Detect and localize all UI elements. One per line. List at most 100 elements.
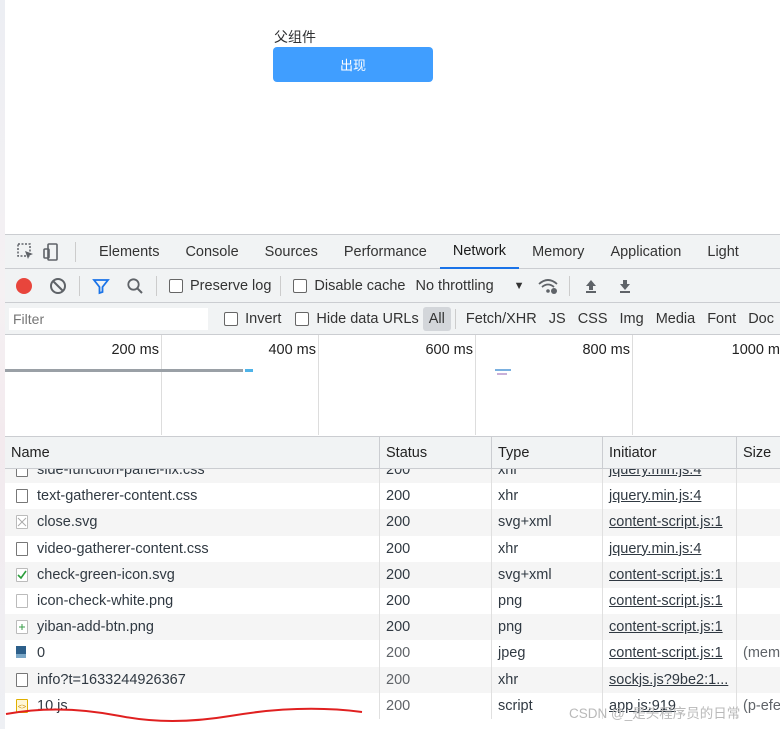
waterfall-bar <box>495 369 511 371</box>
devtools-tabbar: Elements Console Sources Performance Net… <box>5 235 780 269</box>
cell-size: (mem <box>737 640 780 666</box>
close-icon <box>16 515 28 530</box>
type-filter-media[interactable]: Media <box>650 307 702 331</box>
throttling-select[interactable]: No throttling ▼ <box>415 278 524 294</box>
import-har-icon[interactable] <box>574 270 608 302</box>
cell-initiator: content-script.js:1 <box>603 509 737 536</box>
tab-sources[interactable]: Sources <box>252 235 331 269</box>
table-row[interactable]: side-function-panel-fix.css 200 xhr jquery.… <box>5 469 780 484</box>
tab-lighthouse[interactable]: Light <box>694 235 751 269</box>
hide-data-urls-checkbox[interactable]: Hide data URLs <box>295 310 419 327</box>
cell-initiator-text[interactable]: content-script.js:1 <box>609 593 723 609</box>
csdn-watermark: CSDN @_是头程序员的日常 <box>569 706 741 721</box>
filter-input[interactable] <box>9 307 209 330</box>
table-row[interactable]: video-gatherer-content.css 200 xhr jquery.m… <box>5 535 780 562</box>
plus-image-icon <box>16 620 28 635</box>
type-filter-css[interactable]: CSS <box>572 307 614 331</box>
invert-checkbox[interactable]: Invert <box>224 311 281 327</box>
column-type-header[interactable]: Type <box>492 436 603 469</box>
cell-type-text: script <box>498 697 533 714</box>
tab-memory[interactable]: Memory <box>519 235 597 269</box>
search-icon[interactable] <box>118 270 152 302</box>
cell-status: 200 <box>380 666 492 693</box>
doc-icon <box>16 672 28 687</box>
device-toolbar-icon[interactable] <box>39 239 65 265</box>
cell-status-text: 200 <box>386 514 411 531</box>
network-conditions-icon[interactable] <box>531 270 565 302</box>
cell-size <box>737 483 780 509</box>
cell-initiator: jquery.min.js:4 <box>603 535 737 562</box>
cell-initiator: content-script.js:1 <box>603 640 737 667</box>
export-har-icon[interactable] <box>608 270 642 302</box>
waterfall-bar <box>497 373 507 375</box>
type-filter-js[interactable]: JS <box>543 307 572 331</box>
tab-console[interactable]: Console <box>172 235 251 269</box>
type-filter-doc[interactable]: Doc <box>742 307 780 331</box>
record-button[interactable] <box>7 270 41 302</box>
table-row[interactable]: close.svg 200 svg+xml content-script.js:1 <box>5 509 780 536</box>
filter-icon[interactable] <box>84 270 118 302</box>
cell-size-text: (mem <box>743 645 780 662</box>
cell-initiator-text[interactable]: sockjs.js?9be2:1... <box>609 672 728 688</box>
column-initiator-header[interactable]: Initiator <box>603 436 737 469</box>
type-filter-fetch-xhr[interactable]: Fetch/XHR <box>460 307 543 331</box>
cell-size <box>737 509 780 535</box>
cell-name: icon-check-white.png <box>5 588 380 615</box>
cell-status-text: 200 <box>386 697 411 714</box>
hide-data-urls-label: Hide data URLs <box>316 310 419 327</box>
cell-type: xhr <box>492 469 603 484</box>
disable-cache-checkbox[interactable]: Disable cache <box>293 278 405 294</box>
cell-initiator-text[interactable]: content-script.js:1 <box>609 645 723 661</box>
cell-status-text: 200 <box>386 488 411 505</box>
cell-type: xhr <box>492 666 603 693</box>
cell-initiator-text[interactable]: content-script.js:1 <box>609 619 723 635</box>
show-button[interactable]: 出现 <box>273 47 433 82</box>
cell-type-text: xhr <box>498 488 519 505</box>
cell-type: xhr <box>492 483 603 510</box>
invert-label: Invert <box>245 310 282 327</box>
cell-status-text: 200 <box>386 671 411 688</box>
cell-status-text: 200 <box>386 566 411 583</box>
tab-performance[interactable]: Performance <box>331 235 440 269</box>
cell-initiator-text[interactable]: jquery.min.js:4 <box>609 469 701 478</box>
table-row[interactable]: yiban-add-btn.png 200 png content-script.js… <box>5 614 780 641</box>
column-size-header[interactable]: Size <box>737 437 780 469</box>
table-row[interactable]: text-gatherer-content.css 200 xhr jquery.mi… <box>5 483 780 510</box>
cell-initiator-text[interactable]: jquery.min.js:4 <box>609 488 701 504</box>
cell-initiator: content-script.js:1 <box>603 588 737 615</box>
tab-application[interactable]: Application <box>597 235 694 269</box>
type-filter-all[interactable]: All <box>422 306 451 331</box>
tab-network[interactable]: Network <box>439 235 520 269</box>
type-filter-img[interactable]: Img <box>614 307 650 331</box>
column-name-header[interactable]: Name <box>5 436 380 469</box>
cell-name: text-gatherer-content.css <box>5 483 380 510</box>
checkbox-box <box>224 311 239 326</box>
table-row[interactable]: info?t=1633244926367 200 xhr sockjs.js?9be2… <box>5 666 780 693</box>
request-name: info?t=1633244926367 <box>37 671 186 688</box>
cell-status: 200 <box>380 640 492 667</box>
checkbox-box <box>293 278 308 293</box>
column-status-header[interactable]: Status <box>380 436 492 469</box>
checkbox-box <box>295 311 310 326</box>
devtools-panel: Elements Console Sources Performance Net… <box>5 234 780 729</box>
tab-elements[interactable]: Elements <box>86 235 172 269</box>
table-row[interactable]: 0 200 jpeg content-script.js:1 (mem <box>5 640 780 667</box>
cell-type-text: svg+xml <box>498 514 552 531</box>
throttling-value: No throttling <box>415 277 494 294</box>
cell-status: 200 <box>380 535 492 562</box>
network-overview-timeline[interactable]: 200 ms 400 ms 600 ms 800 ms 1000 m <box>5 335 780 437</box>
preserve-log-label: Preserve log <box>190 277 272 294</box>
cell-initiator-text[interactable]: jquery.min.js:4 <box>609 541 701 557</box>
cell-type: xhr <box>492 535 603 562</box>
type-filter-font[interactable]: Font <box>701 307 742 331</box>
cell-initiator-text[interactable]: content-script.js:1 <box>609 567 723 583</box>
preserve-log-checkbox[interactable]: Preserve log <box>169 278 271 294</box>
table-row[interactable]: icon-check-white.png 200 png content-script… <box>5 588 780 615</box>
app-page: 父组件 出现 <box>0 0 780 234</box>
cell-initiator-text[interactable]: content-script.js:1 <box>609 514 723 530</box>
cell-type-text: xhr <box>498 469 519 479</box>
table-row[interactable]: check-green-icon.svg 200 svg+xml content-sc… <box>5 561 780 588</box>
clear-button[interactable] <box>41 270 75 302</box>
inspect-element-icon[interactable] <box>13 239 39 265</box>
cell-initiator: content-script.js:1 <box>603 561 737 588</box>
